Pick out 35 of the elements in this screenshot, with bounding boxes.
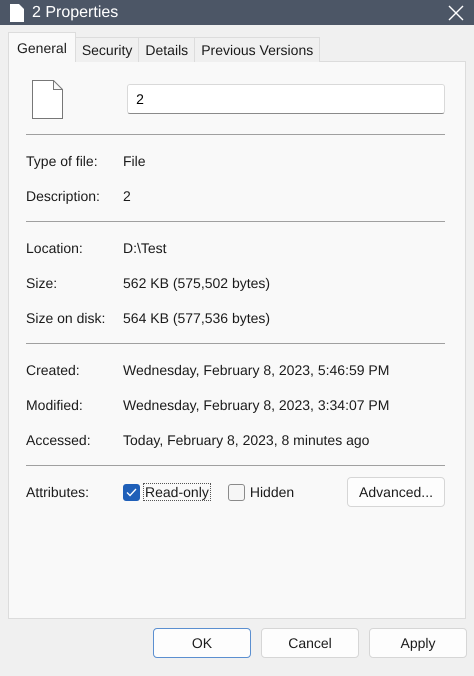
checkbox[interactable] — [123, 484, 140, 500]
tab[interactable]: Details — [138, 37, 196, 62]
field-value: Today, February 8, 2023, 8 minutes ago — [123, 432, 370, 448]
close-button[interactable] — [448, 4, 464, 20]
field-value: 564 KB (577,536 bytes) — [123, 310, 270, 326]
dialog-button[interactable]: OK — [153, 628, 251, 658]
field-label: Location: — [26, 240, 84, 256]
check-icon — [126, 488, 137, 496]
field-label: Created: — [26, 362, 81, 378]
field-label: Modified: — [26, 396, 84, 412]
field-value: Wednesday, February 8, 2023, 5:46:59 PM — [123, 362, 390, 378]
checkbox[interactable] — [228, 484, 245, 500]
checkbox-label[interactable]: Read-only — [144, 484, 210, 500]
tab[interactable]: General — [8, 32, 76, 62]
field-value: 562 KB (575,502 bytes) — [123, 274, 270, 290]
field-label: Description: — [26, 188, 101, 204]
dialog-button[interactable]: Cancel — [261, 628, 359, 658]
field-value: File — [123, 152, 146, 168]
field-label: Size on disk: — [26, 310, 106, 326]
field-label: Type of file: — [26, 152, 99, 168]
tab[interactable]: Previous Versions — [194, 37, 320, 62]
window-title: 2 Properties — [32, 4, 120, 22]
field-label: Attributes: — [26, 484, 90, 500]
name-field[interactable]: 2 — [127, 84, 445, 114]
advanced-button[interactable]: Advanced... — [347, 477, 445, 507]
tab[interactable]: Security — [74, 37, 140, 62]
field-value: 2 — [123, 188, 131, 204]
field-label: Accessed: — [26, 432, 92, 448]
dialog-button[interactable]: Apply — [369, 628, 467, 658]
document-icon — [10, 4, 24, 22]
checkbox-label[interactable]: Hidden — [248, 484, 296, 500]
field-label: Size: — [26, 274, 58, 290]
field-value: Wednesday, February 8, 2023, 3:34:07 PM — [123, 396, 390, 412]
field-value: D:\Test — [123, 240, 167, 256]
document-icon — [32, 80, 63, 118]
